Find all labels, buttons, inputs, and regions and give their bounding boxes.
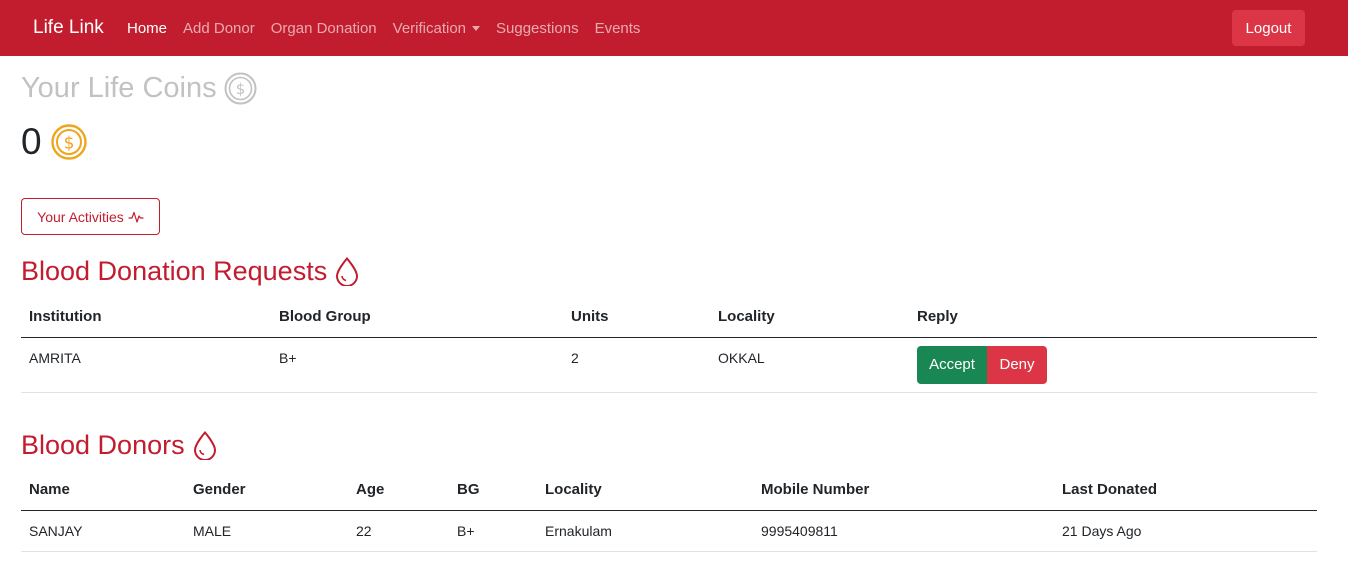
nav-organ-donation[interactable]: Organ Donation <box>263 20 385 37</box>
cell-locality: OKKAL <box>710 337 909 393</box>
caret-down-icon <box>472 26 481 31</box>
reply-button-group: Accept Deny <box>917 345 1047 384</box>
nav-links: Home Add Donor Organ Donation Verificati… <box>119 0 648 56</box>
cell-units: 2 <box>563 337 710 393</box>
life-coins-balance: 0 $ <box>21 121 87 163</box>
requests-heading: Blood Donation Requests <box>21 256 359 287</box>
life-coins-heading: Your Life Coins $ <box>21 72 257 105</box>
cell-mobile: 9995409811 <box>753 510 1054 552</box>
col-gender: Gender <box>185 470 348 511</box>
dollar-coin-outline-icon: $ <box>224 72 257 105</box>
blood-drop-icon <box>335 257 359 286</box>
col-locality: Locality <box>710 297 909 338</box>
col-age: Age <box>348 470 449 511</box>
col-locality: Locality <box>537 470 753 511</box>
col-blood-group: Blood Group <box>271 297 563 338</box>
activity-pulse-icon <box>128 210 144 224</box>
svg-text:$: $ <box>235 80 245 98</box>
cell-institution: AMRITA <box>21 337 271 393</box>
life-coins-title: Your Life Coins <box>21 72 217 104</box>
your-activities-button[interactable]: Your Activities <box>21 198 160 235</box>
cell-blood-group: B+ <box>271 337 563 393</box>
col-institution: Institution <box>21 297 271 338</box>
nav-home[interactable]: Home <box>119 20 175 37</box>
cell-last-donated: 21 Days Ago <box>1054 510 1317 552</box>
your-activities-label: Your Activities <box>37 208 124 225</box>
cell-age: 22 <box>348 510 449 552</box>
table-header-row: Name Gender Age BG Locality Mobile Numbe… <box>21 470 1317 511</box>
col-name: Name <box>21 470 185 511</box>
table-row: AMRITA B+ 2 OKKAL Accept Deny <box>21 337 1317 393</box>
accept-button[interactable]: Accept <box>917 345 987 384</box>
table-header-row: Institution Blood Group Units Locality R… <box>21 297 1317 338</box>
cell-locality: Ernakulam <box>537 510 753 552</box>
col-units: Units <box>563 297 710 338</box>
svg-text:$: $ <box>63 134 74 154</box>
col-reply: Reply <box>909 297 1317 338</box>
top-navbar: Life Link Home Add Donor Organ Donation … <box>0 0 1348 56</box>
dollar-coin-gold-icon: $ <box>50 124 87 160</box>
nav-add-donor[interactable]: Add Donor <box>175 20 263 37</box>
nav-suggestions[interactable]: Suggestions <box>488 20 587 37</box>
nav-verification-dropdown[interactable]: Verification <box>385 20 488 37</box>
col-last-donated: Last Donated <box>1054 470 1317 511</box>
donors-title: Blood Donors <box>21 430 185 460</box>
nav-verification-label: Verification <box>392 19 467 37</box>
table-row: SANJAY MALE 22 B+ Ernakulam 9995409811 2… <box>21 510 1317 552</box>
life-coins-value: 0 <box>21 121 42 162</box>
col-bg: BG <box>449 470 537 511</box>
deny-button[interactable]: Deny <box>987 345 1047 384</box>
blood-drop-icon <box>193 431 217 460</box>
donors-heading: Blood Donors <box>21 430 217 461</box>
requests-title: Blood Donation Requests <box>21 256 328 286</box>
cell-reply: Accept Deny <box>909 337 1317 393</box>
col-mobile-number: Mobile Number <box>753 470 1054 511</box>
cell-gender: MALE <box>185 510 348 552</box>
donors-table: Name Gender Age BG Locality Mobile Numbe… <box>21 470 1317 552</box>
requests-table: Institution Blood Group Units Locality R… <box>21 297 1317 393</box>
cell-name: SANJAY <box>21 510 185 552</box>
nav-events[interactable]: Events <box>587 20 649 37</box>
logout-button[interactable]: Logout <box>1232 10 1305 46</box>
brand-logo[interactable]: Life Link <box>33 17 104 39</box>
cell-bg: B+ <box>449 510 537 552</box>
